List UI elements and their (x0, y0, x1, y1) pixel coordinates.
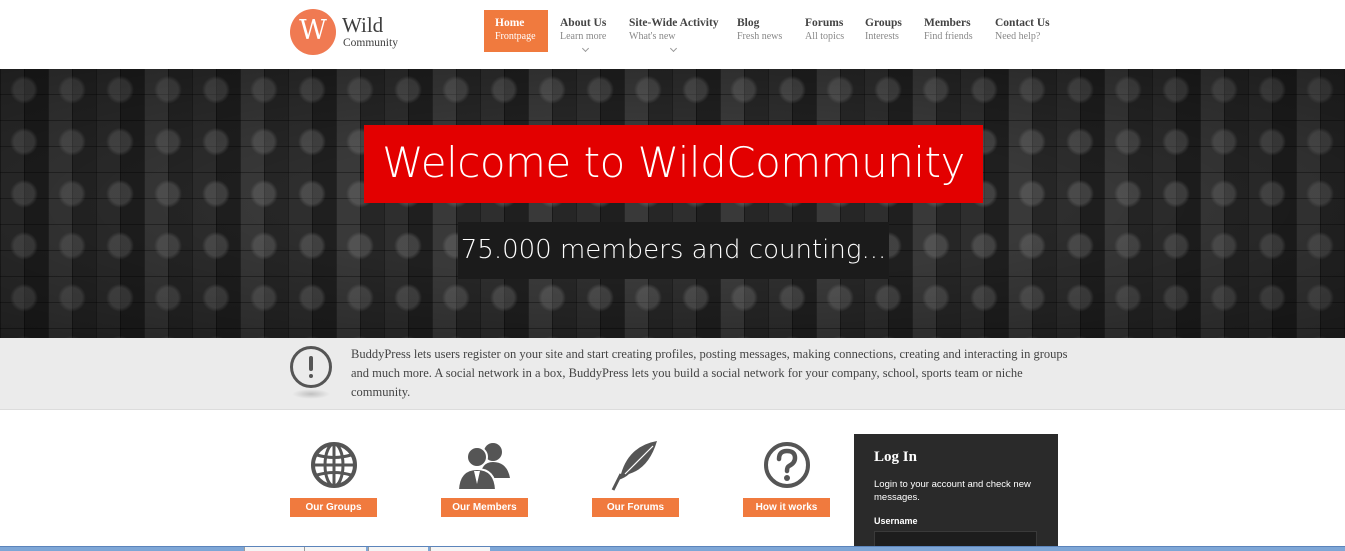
hero-banner: Welcome to WildCommunity 75.000 members … (0, 69, 1345, 338)
nav-sub: Frontpage (495, 31, 536, 42)
exclamation-bar (309, 356, 313, 371)
nav-item-forums[interactable]: Forums All topics (805, 10, 851, 52)
nav-item-site-wide-activity[interactable]: Site-Wide Activity What's new (629, 10, 719, 53)
exclamation-dot (309, 374, 313, 378)
our-forums-button[interactable]: Our Forums (592, 498, 679, 517)
globe-icon[interactable] (307, 438, 361, 492)
our-groups-button[interactable]: Our Groups (290, 498, 377, 517)
chevron-down-icon (581, 44, 590, 53)
nav-title: Home (495, 17, 525, 29)
logo[interactable]: W (290, 9, 336, 55)
nav-sub: What's new (629, 31, 676, 42)
brand-tagline: Community (343, 37, 398, 49)
hero-subtitle: 75.000 members and counting... (458, 222, 889, 279)
username-label: Username (874, 516, 918, 526)
nav-item-blog[interactable]: Blog Fresh news (737, 10, 787, 52)
nav-title: Forums (805, 17, 844, 29)
icon-shadow (292, 389, 330, 399)
notice-bar: BuddyPress lets users register on your s… (0, 338, 1345, 410)
exclamation-icon (290, 346, 332, 388)
nav-item-about-us[interactable]: About Us Learn more (560, 10, 612, 53)
nav-title: Site-Wide Activity (629, 17, 719, 29)
hero-photo-mosaic (0, 69, 1345, 338)
taskbar-button[interactable] (304, 547, 366, 551)
login-description: Login to your account and check new mess… (874, 479, 1031, 503)
hero-title: Welcome to WildCommunity (364, 125, 983, 203)
login-title: Log In (874, 449, 917, 465)
feather-icon[interactable] (609, 438, 663, 492)
how-it-works-button[interactable]: How it works (743, 498, 830, 517)
taskbar-button[interactable] (244, 547, 304, 551)
nav-item-contact-us[interactable]: Contact Us Need help? (995, 10, 1055, 52)
question-icon[interactable] (760, 438, 814, 492)
taskbar-strip (0, 546, 1345, 551)
brand-name[interactable]: Wild (342, 14, 383, 36)
nav-sub: Learn more (560, 31, 607, 42)
nav-sub: Need help? (995, 31, 1041, 42)
nav-sub: Find friends (924, 31, 973, 42)
login-panel: Log In Login to your account and check n… (854, 434, 1058, 551)
notice-text: BuddyPress lets users register on your s… (351, 347, 1068, 399)
nav-item-members[interactable]: Members Find friends (924, 10, 982, 52)
site-header: W Wild Community Home Frontpage About Us… (0, 0, 1345, 69)
chevron-down-icon (669, 44, 678, 53)
nav-title: Groups (865, 17, 902, 29)
nav-item-groups[interactable]: Groups Interests (865, 10, 911, 52)
nav-item-home[interactable]: Home Frontpage (484, 10, 548, 52)
nav-sub: All topics (805, 31, 845, 42)
members-icon[interactable] (458, 438, 512, 492)
taskbar-button[interactable] (368, 547, 428, 551)
nav-sub: Fresh news (737, 31, 783, 42)
nav-title: Contact Us (995, 17, 1050, 29)
nav-title: Blog (737, 17, 760, 29)
nav-title: About Us (560, 17, 607, 29)
logo-letter: W (299, 15, 327, 46)
taskbar-button[interactable] (430, 547, 490, 551)
nav-title: Members (924, 17, 971, 29)
our-members-button[interactable]: Our Members (441, 498, 528, 517)
nav-sub: Interests (865, 31, 899, 42)
